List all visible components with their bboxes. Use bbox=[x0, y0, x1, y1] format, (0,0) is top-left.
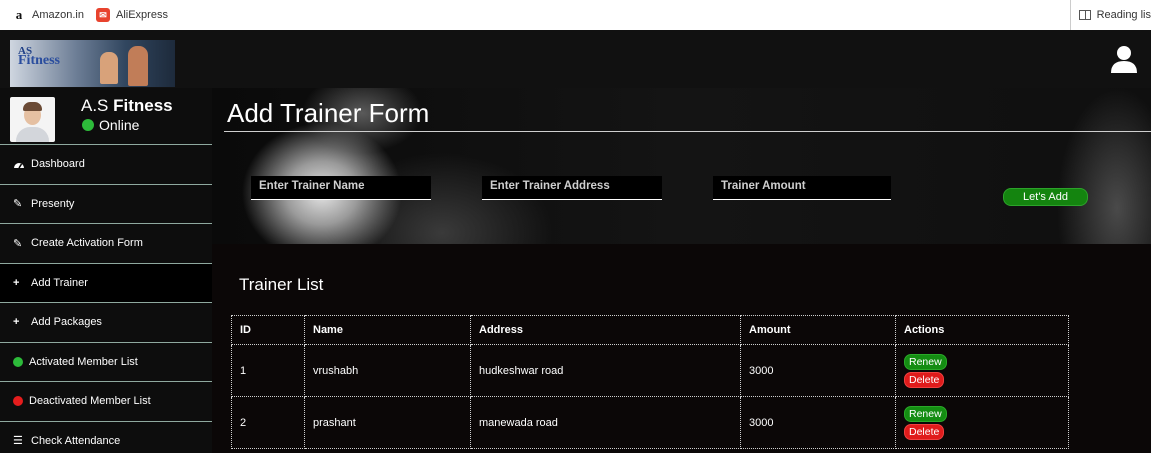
top-header: AS Fitness bbox=[0, 30, 1151, 88]
brand-prefix: A.S bbox=[81, 96, 114, 115]
trainer-table: ID Name Address Amount Actions 1 vrushab… bbox=[231, 315, 1069, 449]
delete-button[interactable]: Delete bbox=[904, 371, 945, 388]
delete-button[interactable]: Delete bbox=[904, 423, 945, 440]
bookmark-aliexpress[interactable]: ✉ AliExpress bbox=[95, 8, 168, 22]
cell-address: hudkeshwar road bbox=[470, 344, 741, 397]
table-header-row: ID Name Address Amount Actions bbox=[231, 315, 1069, 345]
cell-address: manewada road bbox=[470, 396, 741, 449]
page-title: Add Trainer Form bbox=[227, 98, 430, 128]
cell-name: vrushabh bbox=[304, 344, 471, 397]
renew-button[interactable]: Renew bbox=[904, 405, 947, 422]
user-icon[interactable] bbox=[1109, 44, 1139, 74]
logo-text: AS Fitness bbox=[18, 46, 60, 68]
status-indicator: Online bbox=[82, 117, 139, 133]
red-dot-icon bbox=[13, 396, 23, 407]
sidebar-item-label: Presenty bbox=[31, 197, 75, 210]
sidebar-item-add-trainer[interactable]: + Add Trainer bbox=[0, 263, 212, 303]
trainer-name-input[interactable]: Enter Trainer Name bbox=[251, 176, 431, 200]
reading-list-icon bbox=[1078, 10, 1091, 20]
dashboard-icon bbox=[13, 159, 27, 169]
column-header: Amount bbox=[740, 315, 896, 345]
column-header: Name bbox=[304, 315, 471, 345]
table-row: 1 vrushabh hudkeshwar road 3000 Renew De… bbox=[231, 344, 1069, 397]
profile-panel: A.S Fitness Online bbox=[0, 88, 212, 145]
cell-actions: Renew Delete bbox=[895, 344, 1069, 397]
title-divider bbox=[224, 131, 1151, 132]
sidebar-item-create-activation-form[interactable]: ✎ Create Activation Form bbox=[0, 224, 212, 264]
renew-button[interactable]: Renew bbox=[904, 353, 947, 370]
list-icon: ☰ bbox=[13, 435, 23, 448]
cell-id: 2 bbox=[231, 396, 305, 449]
cell-amount: 3000 bbox=[740, 396, 896, 449]
cell-amount: 3000 bbox=[740, 344, 896, 397]
sidebar-item-deactivated-member-list[interactable]: Deactivated Member List bbox=[0, 382, 212, 422]
cell-id: 1 bbox=[231, 344, 305, 397]
sidebar-item-label: Dashboard bbox=[31, 158, 85, 171]
pencil-icon: ✎ bbox=[13, 198, 23, 211]
sidebar: A.S Fitness Online Dashboard ✎ Presenty … bbox=[0, 88, 212, 453]
sidebar-item-dashboard[interactable]: Dashboard bbox=[0, 145, 212, 185]
lets-add-button[interactable]: Let's Add bbox=[1003, 188, 1088, 206]
sidebar-item-label: Deactivated Member List bbox=[29, 395, 151, 408]
logo-figure bbox=[100, 52, 118, 84]
amazon-icon: a bbox=[15, 7, 23, 22]
online-dot-icon bbox=[82, 119, 94, 131]
plus-icon: + bbox=[13, 316, 20, 329]
plus-icon: + bbox=[13, 276, 20, 289]
status-text: Online bbox=[99, 117, 140, 133]
trainer-amount-input[interactable]: Trainer Amount bbox=[713, 176, 891, 200]
cell-name: prashant bbox=[304, 396, 471, 449]
sidebar-item-label: Create Activation Form bbox=[31, 237, 143, 250]
cell-actions: Renew Delete bbox=[895, 396, 1069, 449]
reading-list-label: Reading lis bbox=[1096, 9, 1151, 21]
bookmark-label: Amazon.in bbox=[32, 9, 84, 21]
sidebar-item-presenty[interactable]: ✎ Presenty bbox=[0, 185, 212, 224]
sidebar-item-activated-member-list[interactable]: Activated Member List bbox=[0, 343, 212, 382]
brand-name: A.S Fitness bbox=[81, 96, 173, 116]
column-header: Address bbox=[470, 315, 741, 345]
table-row: 2 prashant manewada road 3000 Renew Dele… bbox=[231, 396, 1069, 449]
logo[interactable]: AS Fitness bbox=[10, 40, 175, 87]
reading-list-button[interactable]: Reading lis bbox=[1069, 0, 1151, 30]
logo-figure bbox=[128, 46, 148, 86]
bookmark-label: AliExpress bbox=[115, 9, 168, 21]
column-header: Actions bbox=[895, 315, 1069, 345]
main-content: Add Trainer Form Enter Trainer Name Ente… bbox=[212, 88, 1151, 453]
logo-text-main: Fitness bbox=[18, 53, 60, 68]
column-header: ID bbox=[231, 315, 305, 345]
bookmark-amazon[interactable]: a Amazon.in bbox=[12, 7, 84, 22]
aliexpress-icon: ✉ bbox=[95, 8, 110, 22]
brand-bold: Fitness bbox=[113, 96, 173, 115]
sidebar-item-label: Add Packages bbox=[31, 316, 102, 329]
trainer-list-title: Trainer List bbox=[239, 275, 324, 294]
sidebar-item-label: Add Trainer bbox=[31, 276, 88, 289]
sidebar-item-label: Activated Member List bbox=[29, 355, 138, 368]
sidebar-item-add-packages[interactable]: + Add Packages bbox=[0, 303, 212, 343]
avatar bbox=[10, 97, 55, 142]
green-dot-icon bbox=[13, 356, 23, 367]
sidebar-item-check-attendance[interactable]: ☰ Check Attendance bbox=[0, 422, 212, 453]
pencil-icon: ✎ bbox=[13, 237, 23, 250]
trainer-address-input[interactable]: Enter Trainer Address bbox=[482, 176, 662, 200]
sidebar-item-label: Check Attendance bbox=[31, 434, 121, 447]
bookmarks-bar: a Amazon.in ✉ AliExpress Reading lis bbox=[0, 0, 1151, 30]
